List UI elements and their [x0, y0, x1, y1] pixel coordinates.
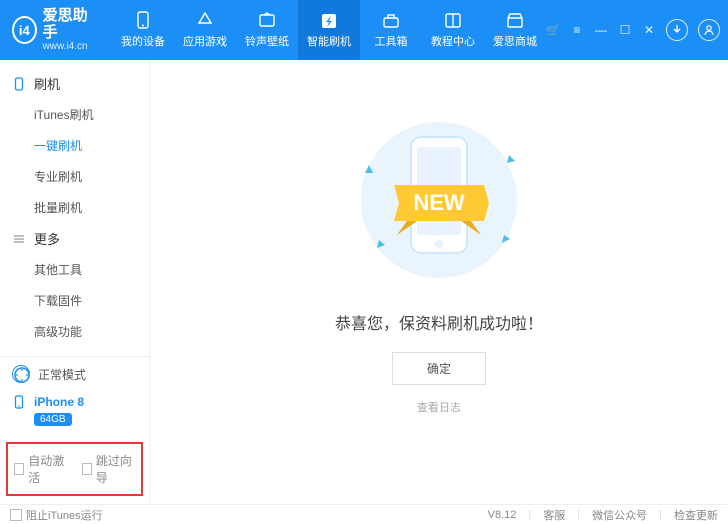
- app-header: i4 爱思助手 www.i4.cn 我的设备 应用游戏 铃声壁纸 智能刷机 工具箱 教程中…: [0, 0, 728, 60]
- sidebar-item[interactable]: 其他工具: [0, 254, 149, 285]
- check-update-link[interactable]: 检查更新: [674, 507, 718, 523]
- maximize-icon[interactable]: ☐: [618, 23, 632, 37]
- top-nav: 我的设备 应用游戏 铃声壁纸 智能刷机 工具箱 教程中心 爱思商城: [112, 0, 546, 60]
- toolbox-icon: [381, 11, 401, 29]
- support-link[interactable]: 客服: [543, 507, 565, 523]
- nav-item-phone[interactable]: 我的设备: [112, 0, 174, 60]
- nav-item-toolbox[interactable]: 工具箱: [360, 0, 422, 60]
- sidebar-item[interactable]: 专业刷机: [0, 161, 149, 192]
- device-mode-label: 正常模式: [38, 366, 86, 383]
- brand: i4 爱思助手 www.i4.cn: [12, 8, 94, 52]
- device-row[interactable]: iPhone 8 64GB: [0, 391, 149, 436]
- sidebar-group-flash: 刷机: [0, 68, 149, 99]
- brand-url: www.i4.cn: [43, 41, 94, 52]
- phone-icon: [133, 11, 153, 29]
- ringtone-icon: [257, 11, 277, 29]
- checkbox-box-icon: [10, 509, 22, 521]
- auto-activate-checkbox[interactable]: 自动激活: [14, 452, 68, 486]
- nav-item-label: 铃声壁纸: [245, 33, 289, 49]
- success-illustration: NEW: [339, 115, 539, 285]
- view-log-link[interactable]: 查看日志: [417, 399, 461, 415]
- menu-icon[interactable]: ≡: [570, 23, 584, 37]
- capacity-badge: 64GB: [34, 413, 72, 426]
- mode-indicator-icon: [12, 365, 30, 383]
- footer: 阻止iTunes运行 V8.12 | 客服 | 微信公众号 | 检查更新: [0, 504, 728, 524]
- sidebar-item[interactable]: 下载固件: [0, 285, 149, 316]
- minimize-icon[interactable]: —: [594, 23, 608, 37]
- phone-icon: [12, 77, 26, 91]
- user-button[interactable]: [698, 19, 720, 41]
- close-icon[interactable]: ✕: [642, 23, 656, 37]
- apps-icon: [195, 11, 215, 29]
- download-button[interactable]: [666, 19, 688, 41]
- nav-item-label: 爱思商城: [493, 33, 537, 49]
- nav-item-label: 我的设备: [121, 33, 165, 49]
- version-label: V8.12: [488, 509, 517, 521]
- user-icon: [703, 24, 715, 36]
- sidebar-group-more: 更多: [0, 223, 149, 254]
- brand-title: 爱思助手: [43, 8, 94, 41]
- confirm-button[interactable]: 确定: [392, 352, 486, 385]
- block-itunes-checkbox[interactable]: 阻止iTunes运行: [10, 507, 103, 523]
- success-title: 恭喜您，保资料刷机成功啦！: [335, 310, 543, 334]
- list-icon: [12, 232, 26, 246]
- sidebar-group-label: 刷机: [34, 74, 60, 93]
- wechat-link[interactable]: 微信公众号: [592, 507, 647, 523]
- new-badge-text: NEW: [413, 190, 465, 215]
- phone-icon: [12, 395, 26, 409]
- sidebar-item[interactable]: iTunes刷机: [0, 99, 149, 130]
- book-icon: [443, 11, 463, 29]
- device-name: iPhone 8: [34, 395, 84, 409]
- device-mode-row[interactable]: 正常模式: [0, 357, 149, 391]
- nav-item-flash[interactable]: 智能刷机: [298, 0, 360, 60]
- sidebar: 刷机 iTunes刷机一键刷机专业刷机批量刷机更多其他工具下载固件高级功能 正常模…: [0, 60, 150, 504]
- sidebar-item[interactable]: 高级功能: [0, 316, 149, 347]
- skip-wizard-label: 跳过向导: [96, 452, 135, 486]
- nav-item-apps[interactable]: 应用游戏: [174, 0, 236, 60]
- checkbox-box-icon: [82, 463, 92, 475]
- nav-item-label: 应用游戏: [183, 33, 227, 49]
- main-content: NEW 恭喜您，保资料刷机成功啦！ 确定 查看日志: [150, 60, 728, 504]
- header-right: 🛒 ≡ — ☐ ✕: [546, 19, 720, 41]
- skip-wizard-checkbox[interactable]: 跳过向导: [82, 452, 136, 486]
- auto-activate-label: 自动激活: [28, 452, 67, 486]
- sidebar-item[interactable]: 批量刷机: [0, 192, 149, 223]
- flash-icon: [319, 11, 339, 29]
- brand-logo-icon: i4: [12, 16, 37, 44]
- sidebar-item[interactable]: 一键刷机: [0, 130, 149, 161]
- nav-item-store[interactable]: 爱思商城: [484, 0, 546, 60]
- download-icon: [671, 24, 683, 36]
- checkbox-box-icon: [14, 463, 24, 475]
- option-highlight-box: 自动激活 跳过向导: [6, 442, 143, 496]
- block-itunes-label: 阻止iTunes运行: [26, 507, 103, 523]
- cart-icon[interactable]: 🛒: [546, 23, 560, 37]
- nav-item-label: 教程中心: [431, 33, 475, 49]
- nav-item-label: 智能刷机: [307, 33, 351, 49]
- store-icon: [505, 11, 525, 29]
- nav-item-label: 工具箱: [375, 33, 408, 49]
- sidebar-group-label: 更多: [34, 229, 60, 248]
- nav-item-book[interactable]: 教程中心: [422, 0, 484, 60]
- nav-item-ringtone[interactable]: 铃声壁纸: [236, 0, 298, 60]
